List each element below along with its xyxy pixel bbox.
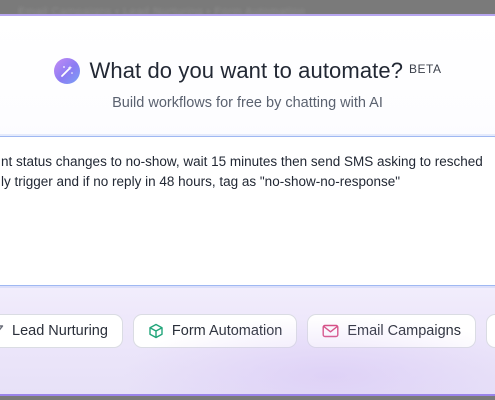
cube-icon: [149, 323, 163, 339]
prompt-text[interactable]: nt status changes to no-show, wait 15 mi…: [1, 152, 483, 192]
chip-label: Lead Nurturing: [12, 323, 108, 339]
mail-icon: [322, 324, 339, 338]
chip-lead-nurturing[interactable]: Lead Nurturing: [0, 314, 123, 348]
beta-badge: BETA: [409, 62, 442, 76]
chip-email-campaigns[interactable]: Email Campaigns: [307, 314, 476, 348]
chip-label: Email Campaigns: [347, 323, 461, 339]
header: What do you want to automate? BETA: [0, 58, 495, 84]
page-title: What do you want to automate?: [89, 58, 404, 83]
chip-form-automation[interactable]: Form Automation: [132, 314, 298, 348]
suggestion-chips: Lead Nurturing Form Automation Email Cam…: [0, 314, 495, 348]
funnel-icon: [0, 325, 4, 331]
chip-more[interactable]: [485, 314, 495, 348]
chip-label: Form Automation: [171, 323, 283, 339]
prompt-input[interactable]: nt status changes to no-show, wait 15 mi…: [0, 136, 495, 286]
automation-prompt-panel: What do you want to automate? BETA Build…: [0, 14, 495, 396]
page-subtitle: Build workflows for free by chatting wit…: [112, 95, 383, 111]
magic-wand-icon: [53, 58, 80, 84]
